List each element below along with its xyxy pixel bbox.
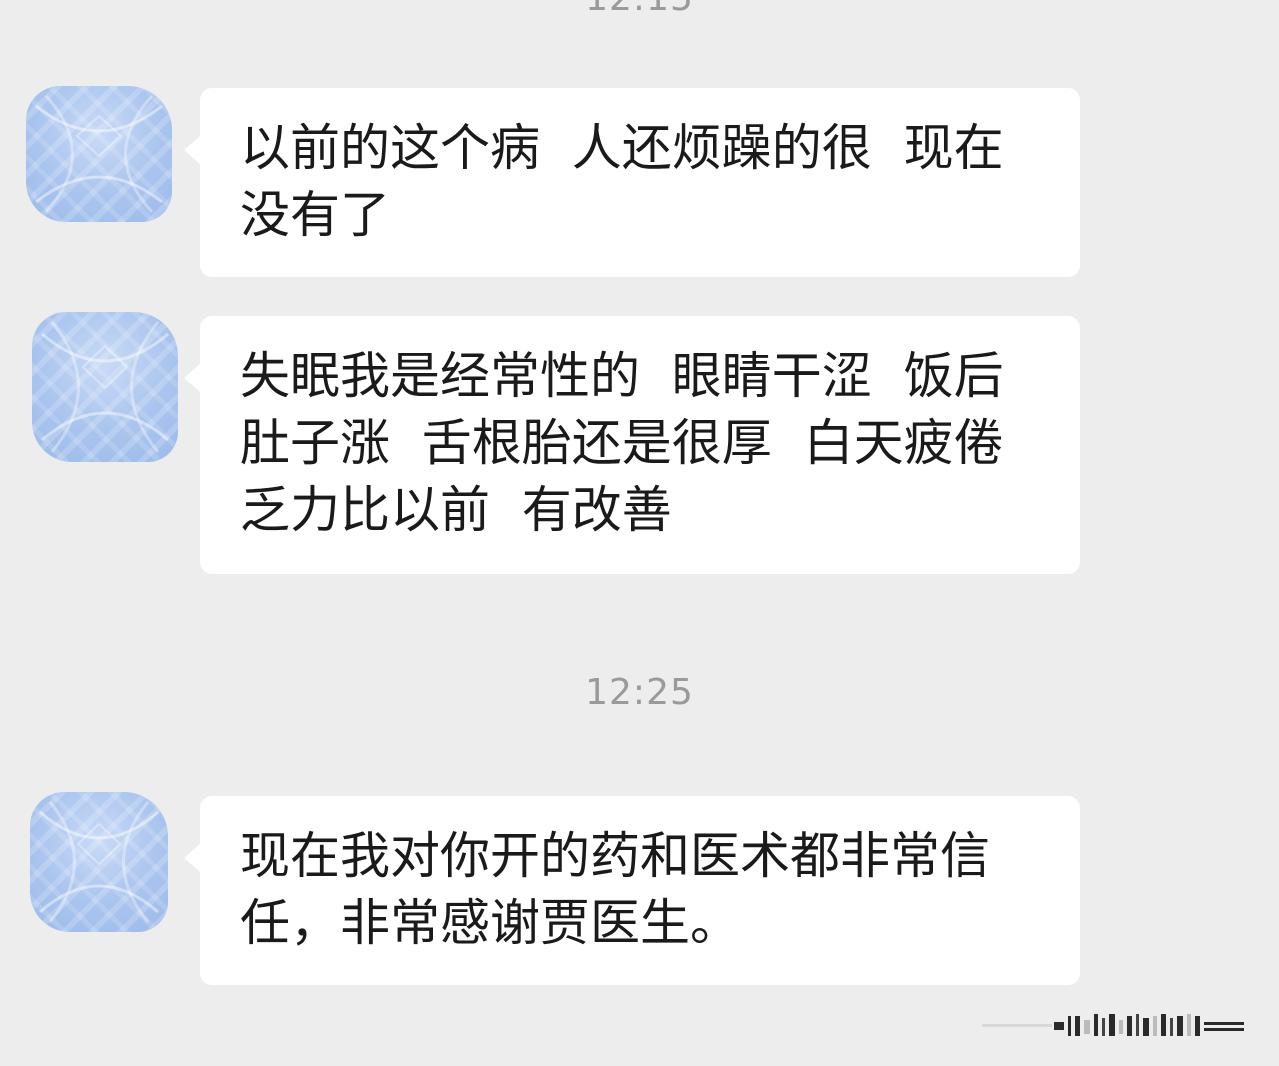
contact-avatar-icon[interactable] <box>30 792 168 932</box>
contact-avatar-icon[interactable] <box>32 312 178 462</box>
message-bubble[interactable]: 以前的这个病 人还烦躁的很 现在没有了 <box>184 88 1080 277</box>
message-timestamp: 12:25 <box>585 672 694 713</box>
contact-avatar-icon[interactable] <box>26 86 172 222</box>
message-text: 现在我对你开的药和医术都非常信任，非常感谢贾医生。 <box>240 827 990 952</box>
watermark-icon <box>982 1014 1244 1036</box>
message-text: 失眠我是经常性的 眼睛干涩 饭后肚子涨 舌根胎还是很厚 白天疲倦乏力比以前 有改… <box>240 347 1004 539</box>
top-timestamp: 12:15 <box>0 0 1279 19</box>
message-bubble[interactable]: 失眠我是经常性的 眼睛干涩 饭后肚子涨 舌根胎还是很厚 白天疲倦乏力比以前 有改… <box>184 316 1080 574</box>
message-text: 以前的这个病 人还烦躁的很 现在没有了 <box>240 119 1004 244</box>
message-bubble[interactable]: 现在我对你开的药和医术都非常信任，非常感谢贾医生。 <box>184 796 1080 985</box>
